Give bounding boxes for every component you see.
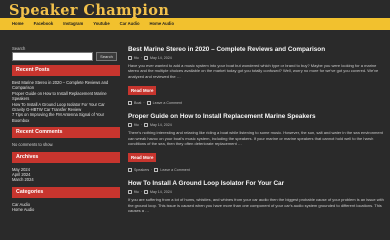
sidebar: Search Search Recent Posts Best Marine S…	[12, 46, 120, 213]
author-icon	[128, 123, 132, 128]
post-date[interactable]: May 14, 2024	[150, 190, 172, 194]
folder-icon	[128, 168, 132, 173]
read-more-button[interactable]: Read More	[128, 153, 157, 163]
post-category[interactable]: Boat	[134, 101, 141, 105]
archives-heading: Archives	[12, 151, 120, 163]
recent-posts-list: Best Marine Stereo in 2020 – Complete Re…	[12, 80, 120, 123]
read-more-button[interactable]: Read More	[128, 86, 157, 96]
recent-post-link[interactable]: Best Marine Stereo in 2020 – Complete Re…	[12, 80, 120, 91]
nav-item-youtube[interactable]: Youtube	[88, 18, 114, 30]
category-link[interactable]: Home Audio	[12, 207, 120, 212]
calendar-icon	[144, 190, 148, 195]
calendar-icon	[144, 56, 148, 60]
no-comments-text: No comments to show.	[12, 142, 54, 148]
archive-link[interactable]: March 2024	[12, 177, 120, 182]
post-author[interactable]: fitu	[134, 123, 139, 127]
post-excerpt: If you are suffering from a lot of hums,…	[128, 197, 384, 214]
nav-item-facebook[interactable]: Facebook	[29, 18, 59, 30]
post-title[interactable]: Proper Guide on How to Install Replaceme…	[128, 113, 386, 121]
post-date[interactable]: May 14, 2024	[150, 56, 172, 60]
post-card: Best Marine Stereo in 2020 – Complete Re…	[128, 46, 386, 106]
recent-comments-heading: Recent Comments	[12, 127, 120, 139]
post-footer: Speakers · Leave a Comment	[128, 168, 386, 173]
post-list: Best Marine Stereo in 2020 – Complete Re…	[128, 46, 386, 222]
post-title[interactable]: How To Install A Ground Loop Isolator Fo…	[128, 180, 386, 188]
comment-icon	[146, 101, 151, 106]
post-date[interactable]: May 14, 2024	[150, 123, 172, 127]
leave-comment-link[interactable]: Leave a Comment	[160, 168, 189, 172]
nav-item-home-audio[interactable]: Home Audio	[145, 18, 180, 30]
post-meta: fitu · May 14, 2024	[128, 56, 386, 60]
post-author[interactable]: fitu	[134, 56, 139, 60]
recent-post-link[interactable]: Proper Guide on How to Install Replaceme…	[12, 91, 120, 102]
nav-item-home[interactable]: Home	[9, 18, 29, 30]
site-title[interactable]: Speaker Champion	[9, 2, 169, 19]
comment-icon	[154, 168, 159, 173]
post-footer: Boat · Leave a Comment	[128, 101, 386, 106]
search-label: Search	[12, 46, 26, 51]
post-excerpt: There's nothing interesting and relaxing…	[128, 130, 383, 147]
main-navigation: Home Facebook Instagram Youtube Car Audi…	[0, 18, 390, 30]
leave-comment-link[interactable]: Leave a Comment	[153, 101, 182, 105]
categories-list: Car Audio Home Audio	[12, 202, 120, 213]
search-form: Search	[12, 52, 120, 61]
post-card: Proper Guide on How to Install Replaceme…	[128, 113, 386, 173]
categories-heading: Categories	[12, 186, 120, 198]
calendar-icon	[144, 123, 148, 128]
post-author[interactable]: fitu	[134, 190, 139, 194]
recent-post-link[interactable]: 7 Tips on Improving the FM Antenna Signa…	[12, 112, 120, 123]
nav-item-instagram[interactable]: Instagram	[58, 18, 88, 30]
post-meta: fitu · May 14, 2024	[128, 190, 386, 195]
post-category[interactable]: Speakers	[134, 168, 149, 172]
author-icon	[128, 190, 132, 195]
recent-posts-heading: Recent Posts	[12, 65, 120, 76]
search-input[interactable]	[12, 52, 93, 61]
search-button[interactable]: Search	[96, 52, 117, 61]
post-card: How To Install A Ground Loop Isolator Fo…	[128, 180, 386, 213]
post-meta: fitu · May 14, 2024	[128, 123, 386, 128]
folder-icon	[128, 101, 132, 106]
nav-item-car-audio[interactable]: Car Audio	[115, 18, 145, 30]
archives-list: May 2024 April 2024 March 2024	[12, 167, 120, 183]
post-title[interactable]: Best Marine Stereo in 2020 – Complete Re…	[128, 46, 386, 54]
post-excerpt: Have you ever wanted to add a music syst…	[128, 63, 379, 79]
author-icon	[128, 56, 132, 60]
